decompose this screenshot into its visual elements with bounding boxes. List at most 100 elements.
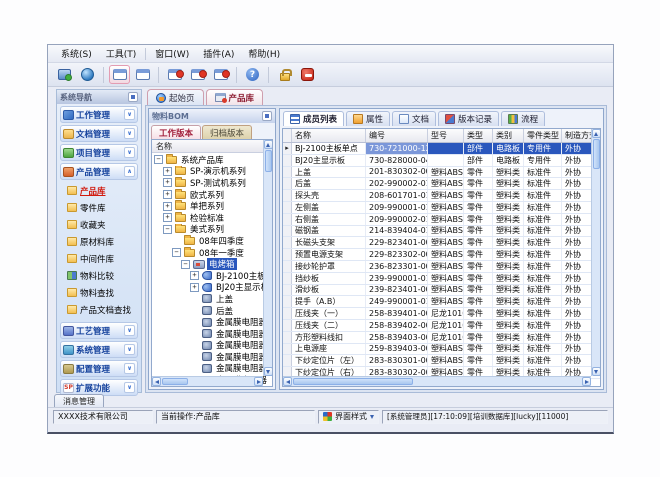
scroll-up-icon[interactable] xyxy=(264,140,273,149)
column-header[interactable]: 编号 xyxy=(366,129,428,142)
expand-icon[interactable]: + xyxy=(190,271,199,280)
pin-icon[interactable] xyxy=(128,92,138,102)
chevron-down-icon[interactable]: ∨ xyxy=(124,147,135,158)
detail-tab[interactable]: 文档 xyxy=(392,111,436,126)
sidebar-item[interactable]: 物料比较 xyxy=(67,268,138,283)
tree-node[interactable]: +SP-测试机系列 xyxy=(152,177,272,189)
export-window-button[interactable] xyxy=(210,65,231,84)
sidebar-group-header[interactable]: 文档管理∨ xyxy=(60,125,138,142)
menu-item[interactable]: 帮助(H) xyxy=(241,45,287,62)
column-header[interactable]: 类别 xyxy=(493,129,524,142)
exit-button[interactable] xyxy=(297,65,318,84)
collapse-icon[interactable]: − xyxy=(181,260,190,269)
sidebar-item[interactable]: 中间件库 xyxy=(67,251,138,266)
import-window-button[interactable] xyxy=(187,65,208,84)
tree-horizontal-scrollbar[interactable] xyxy=(152,376,263,386)
tab-message-manager[interactable]: 消息管理 xyxy=(54,394,104,407)
sidebar-item[interactable]: 收藏夹 xyxy=(67,217,138,232)
sidebar-group-header[interactable]: 工艺管理∨ xyxy=(60,322,138,339)
menu-item[interactable]: 系统(S) xyxy=(54,45,99,62)
table-row[interactable]: 接纱轮护罩236-823301-00X塑料ABS零件塑料类标准件外协条 xyxy=(283,261,600,273)
tree-node[interactable]: 金属膜电阻器 xyxy=(152,328,272,340)
table-row[interactable]: 压线夹（一）258-839401-00X尼龙1010零件塑料类标准件外协条 xyxy=(283,308,600,320)
sidebar-item[interactable]: 原材料库 xyxy=(67,234,138,249)
product-library-window-button[interactable] xyxy=(109,65,130,84)
column-header[interactable]: 型号 xyxy=(428,129,464,142)
expand-icon[interactable]: + xyxy=(163,213,172,222)
sidebar-item[interactable]: 物料查找 xyxy=(67,285,138,300)
expand-icon[interactable]: + xyxy=(163,202,172,211)
table-row[interactable]: 左侧盖209-990001-01X塑料ABS零件塑料类标准件外协条 xyxy=(283,202,600,214)
scroll-left-icon[interactable] xyxy=(152,377,161,386)
version-tab[interactable]: 归档版本 xyxy=(202,125,252,139)
tree-node[interactable]: +SP-演示机系列 xyxy=(152,166,272,178)
tree-node[interactable]: 上盖 xyxy=(152,293,272,305)
scrollbar-thumb[interactable] xyxy=(593,139,600,169)
tree-node[interactable]: 金属膜电阻器 xyxy=(152,340,272,352)
tree-node[interactable]: +检验标准 xyxy=(152,212,272,224)
tree-node[interactable]: 金属膜电阻器 xyxy=(152,363,272,375)
tree-node[interactable]: 金属膜电阻器 xyxy=(152,316,272,328)
sidebar-group-header[interactable]: 配置管理∨ xyxy=(60,360,138,377)
chevron-down-icon[interactable]: ∨ xyxy=(124,128,135,139)
table-row[interactable]: BJ20主显示板730-828000-04X部件电路板专用件外协颗 xyxy=(283,155,600,167)
chevron-down-icon[interactable]: ∨ xyxy=(124,325,135,336)
chevron-down-icon[interactable]: ∨ xyxy=(124,344,135,355)
tree-node[interactable]: +BJ20主显示板 xyxy=(152,282,272,294)
sidebar-group-header[interactable]: 产品管理∧ xyxy=(60,163,138,180)
table-row[interactable]: ▸BJ-2100主板单点730-721000-12X部件电路板专用件外协颗 xyxy=(283,143,600,155)
tree-node[interactable]: +欧式系列 xyxy=(152,189,272,201)
menu-item[interactable]: 工具(T) xyxy=(99,45,144,62)
scrollbar-thumb[interactable] xyxy=(162,378,188,385)
collapse-icon[interactable]: − xyxy=(154,155,163,164)
version-tab[interactable]: 工作版本 xyxy=(151,125,201,139)
interface-style-button[interactable]: 界面样式 xyxy=(318,410,379,424)
expand-icon[interactable]: + xyxy=(163,178,172,187)
tree-node[interactable]: −美式系列 xyxy=(152,224,272,236)
detail-tab[interactable]: 成员列表 xyxy=(283,111,344,126)
sidebar-item[interactable]: 产品库 xyxy=(67,183,138,198)
tree-column-header[interactable]: 名称 xyxy=(152,140,272,153)
column-header[interactable]: 名称 xyxy=(292,129,366,142)
table-row[interactable]: 探头壳208-601701-01X塑料ABS零件塑料类标准件外协条 xyxy=(283,190,600,202)
table-row[interactable]: 方形塑料线扣258-839403-00X尼龙1010零件塑料类标准件外协条 xyxy=(283,332,600,344)
scrollbar-thumb[interactable] xyxy=(293,378,413,385)
collapse-icon[interactable]: − xyxy=(172,248,181,257)
grid-horizontal-scrollbar[interactable] xyxy=(283,376,591,386)
pin-icon[interactable] xyxy=(262,111,272,121)
table-row[interactable]: 后盖202-990002-01X塑料ABS零件塑料类标准件外协条 xyxy=(283,178,600,190)
scroll-right-icon[interactable] xyxy=(582,377,591,386)
detail-tab[interactable]: 版本记录 xyxy=(438,111,499,126)
table-row[interactable]: 提手（A.B）249-990001-01X塑料ABS零件塑料类标准件外协条 xyxy=(283,296,600,308)
expand-icon[interactable]: + xyxy=(163,190,172,199)
sidebar-group-header[interactable]: 系统管理∨ xyxy=(60,341,138,358)
table-row[interactable]: 长磁头支架229-823401-00X塑料ABS零件塑料类标准件外协条 xyxy=(283,237,600,249)
chevron-down-icon[interactable]: ∨ xyxy=(124,363,135,374)
tree-node[interactable]: −08年一季度 xyxy=(152,247,272,259)
tree-vertical-scrollbar[interactable] xyxy=(263,140,272,376)
table-row[interactable]: 下纱定位片（左）283-830301-00X塑料ABS零件塑料类标准件外协条 xyxy=(283,355,600,367)
detail-tab[interactable]: 属性 xyxy=(346,111,390,126)
scroll-up-icon[interactable] xyxy=(592,129,601,138)
table-row[interactable]: 上盖201-830302-00X塑料ABS零件塑料类标准件外协条 xyxy=(283,167,600,179)
scroll-right-icon[interactable] xyxy=(254,377,263,386)
table-row[interactable]: 预置电源支架229-823302-00X塑料ABS零件塑料类标准件外协条 xyxy=(283,249,600,261)
sidebar-item[interactable]: 产品文档查找 xyxy=(67,302,138,317)
menu-item[interactable]: 窗口(W) xyxy=(148,45,196,62)
lock-button[interactable] xyxy=(274,65,295,84)
chevron-down-icon[interactable]: ∨ xyxy=(124,382,135,393)
grid-vertical-scrollbar[interactable] xyxy=(591,129,600,376)
table-row[interactable]: 右侧盖209-990002-01X塑料ABS零件塑料类标准件外协条 xyxy=(283,214,600,226)
chevron-down-icon[interactable]: ∨ xyxy=(124,109,135,120)
scroll-down-icon[interactable] xyxy=(592,367,601,376)
table-row[interactable]: 滑纱板239-823401-00X塑料ABS零件塑料类标准件外协条 xyxy=(283,285,600,297)
column-header[interactable]: 类型 xyxy=(464,129,493,142)
tree-node[interactable]: −电烤箱 xyxy=(152,258,272,270)
table-row[interactable]: 压线夹（二）258-839402-00X尼龙1010零件塑料类标准件外协条 xyxy=(283,320,600,332)
scroll-left-icon[interactable] xyxy=(283,377,292,386)
tree-node[interactable]: −系统产品库 xyxy=(152,154,272,166)
expand-icon[interactable]: + xyxy=(163,167,172,176)
table-row[interactable]: 上电源座259-839403-00X塑料ABS零件塑料类标准件外协条 xyxy=(283,344,600,356)
tree-node[interactable]: 金属膜电阻器 xyxy=(152,351,272,363)
detail-tab[interactable]: 流程 xyxy=(501,111,545,126)
